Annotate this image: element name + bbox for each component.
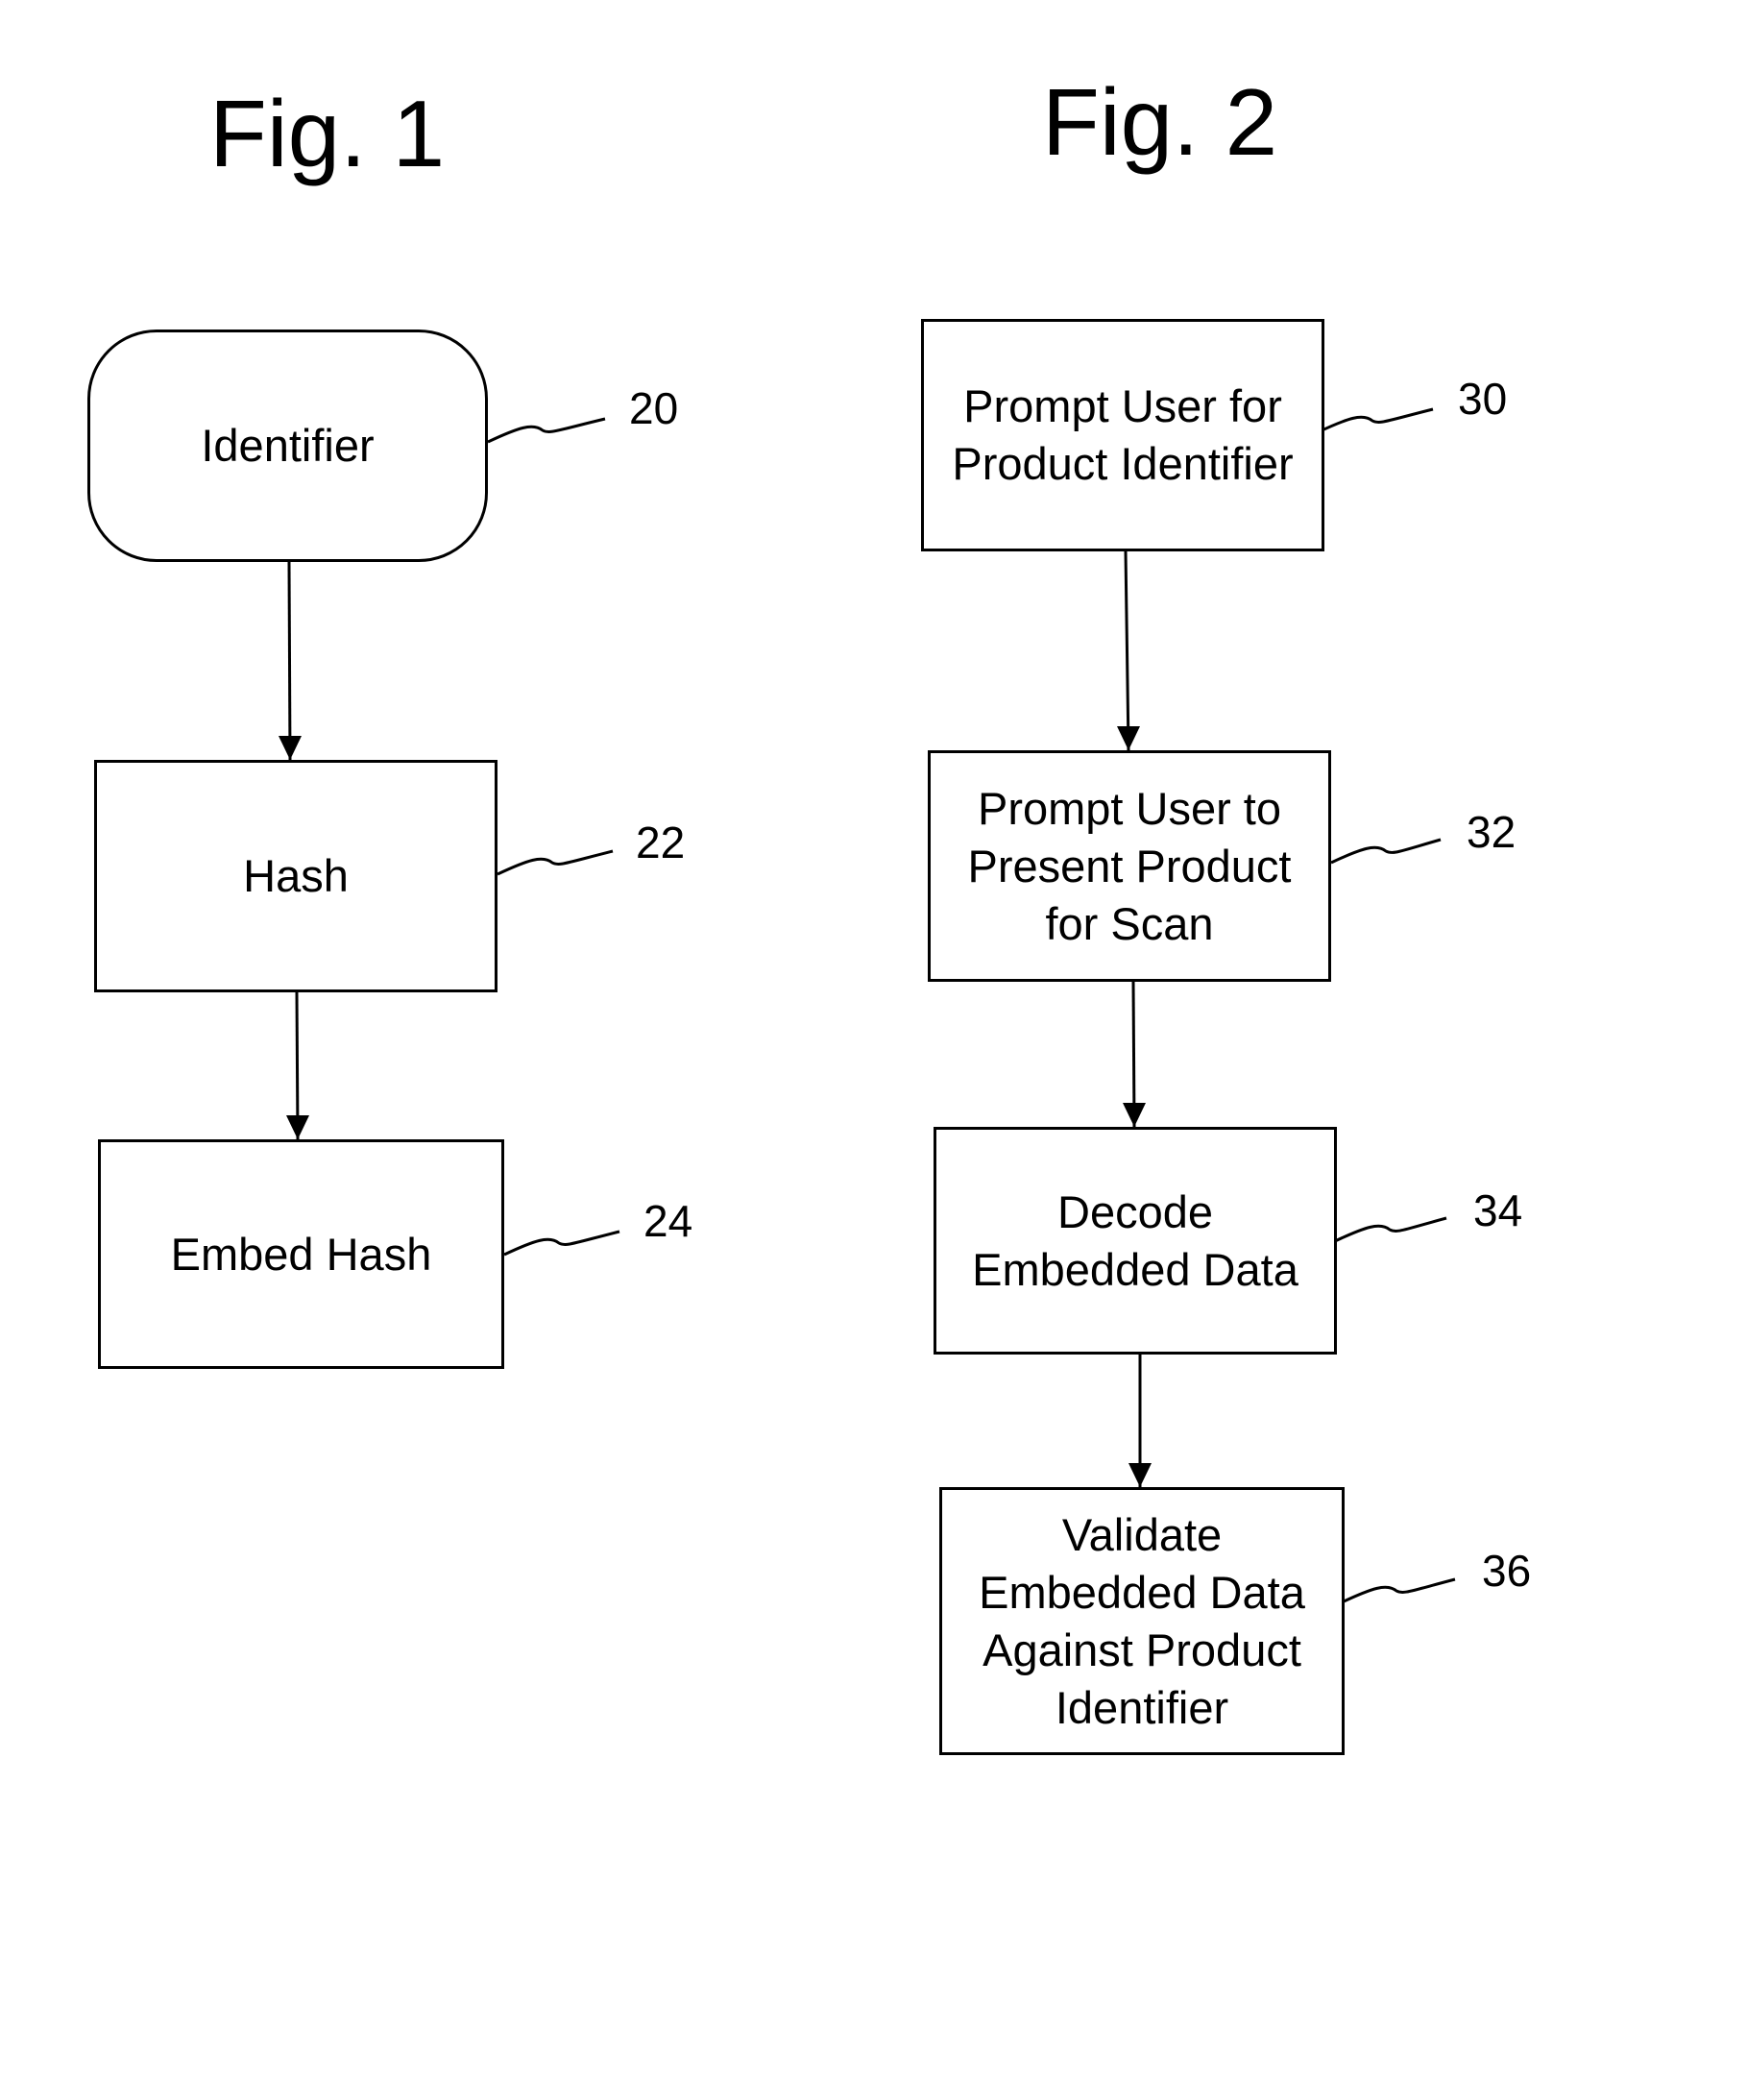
fig2-title: Fig. 2 [1042,69,1278,175]
step-24-line-1: Embed Hash [170,1228,432,1280]
arrowhead-22-to-24 [286,1115,309,1139]
step-34-line-2: Embedded Data [972,1243,1298,1295]
ref-label-30: 30 [1458,374,1508,424]
arrowhead-32-to-34 [1123,1103,1146,1127]
ref-label-22: 22 [636,818,686,867]
step-30-line-2: Product Identifier [952,438,1294,489]
step-32-line-1: Prompt User to [977,782,1282,834]
step-36-line-2: Embedded Data [979,1566,1305,1618]
leader-line-22 [497,849,614,876]
step-32-prompt-present-product: Prompt User to Present Product for Scan [928,750,1331,982]
ref-label-24: 24 [643,1196,693,1246]
ref-label-32: 32 [1467,807,1516,857]
arrowhead-34-to-36 [1128,1463,1152,1487]
arrowhead-30-to-32 [1117,726,1140,750]
step-20-identifier: Identifier [87,330,488,562]
arrow-30-to-32 [1124,550,1130,751]
leader-line-32 [1330,838,1442,865]
step-36-line-4: Identifier [1055,1681,1229,1733]
step-36-line-1: Validate [1061,1508,1223,1560]
step-24-embed-hash: Embed Hash [98,1139,504,1369]
step-30-prompt-product-identifier: Prompt User for Product Identifier [921,319,1324,551]
leader-line-36 [1341,1577,1456,1604]
step-22-hash: Hash [94,760,497,992]
step-34-line-1: Decode [1057,1185,1213,1237]
step-30-line-1: Prompt User for [963,380,1282,431]
leader-line-34 [1334,1216,1447,1243]
step-36-line-3: Against Product [983,1624,1301,1675]
step-36-validate-embedded-data: Validate Embedded Data Against Product I… [939,1487,1345,1755]
leader-line-30 [1317,407,1434,434]
ref-label-20: 20 [629,383,679,433]
step-34-decode-embedded-data: Decode Embedded Data [934,1127,1337,1355]
fig1-title: Fig. 1 [209,81,446,186]
ref-label-34: 34 [1473,1185,1523,1235]
arrow-20-to-22 [287,561,292,761]
step-32-line-3: for Scan [1045,897,1214,949]
arrowhead-20-to-22 [279,736,302,760]
ref-label-36: 36 [1482,1546,1532,1596]
step-22-line-1: Hash [243,850,349,901]
leader-line-20 [487,417,606,444]
connector-layer [279,407,1456,1604]
leader-line-24 [503,1230,620,1257]
step-32-line-2: Present Product [967,840,1292,891]
step-20-line-1: Identifier [201,420,375,471]
